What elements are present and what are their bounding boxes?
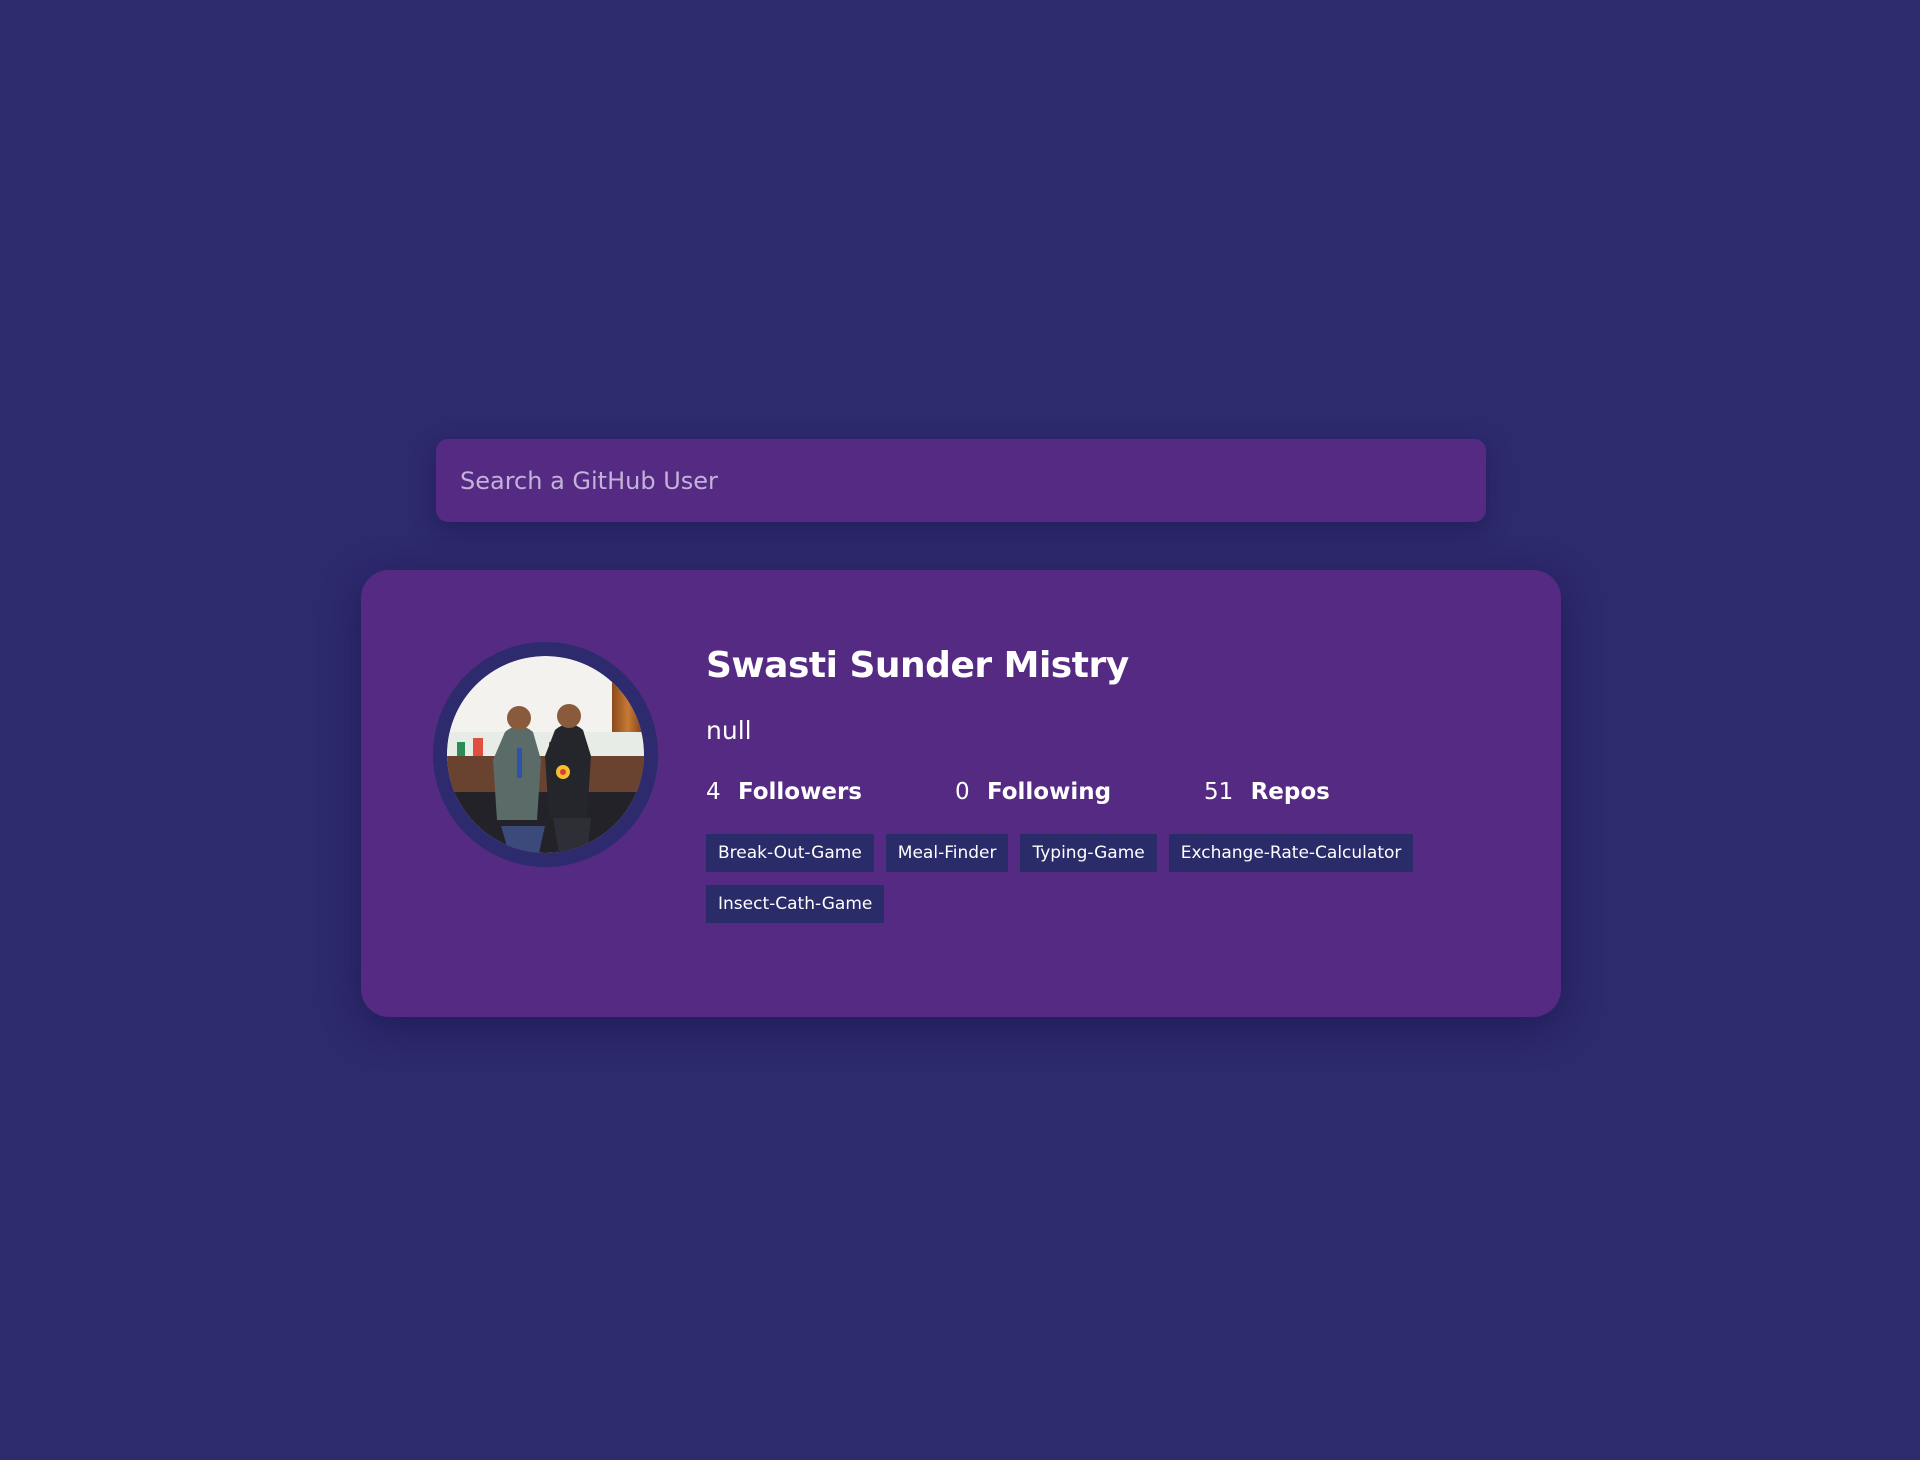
followers-count: 4 <box>706 779 721 805</box>
following-label: Following <box>986 779 1112 805</box>
repo-link[interactable]: Insect-Cath-Game <box>706 885 885 923</box>
repo-link[interactable]: Meal-Finder <box>885 834 1009 872</box>
user-info: Swasti Sunder Mistry null 4 Followers 0 … <box>706 642 1496 923</box>
user-card: Swasti Sunder Mistry null 4 Followers 0 … <box>361 570 1561 1017</box>
search-input[interactable] <box>436 439 1486 522</box>
following-stat: 0 Following <box>955 779 1204 805</box>
avatar <box>447 656 644 853</box>
repo-link[interactable]: Break-Out-Game <box>706 834 874 872</box>
user-bio: null <box>706 716 752 745</box>
followers-label: Followers <box>737 779 862 805</box>
user-stats: 4 Followers 0 Following 51 Repos <box>706 772 1496 812</box>
repos-stat: 51 Repos <box>1204 779 1453 805</box>
app: Swasti Sunder Mistry null 4 Followers 0 … <box>0 0 1920 1460</box>
repo-link[interactable]: Typing-Game <box>1020 834 1157 872</box>
search-form <box>436 439 1486 522</box>
repo-list: Break-Out-Game Meal-Finder Typing-Game E… <box>706 834 1496 923</box>
followers-stat: 4 Followers <box>706 779 955 805</box>
repos-label: Repos <box>1250 779 1330 805</box>
repo-link[interactable]: Exchange-Rate-Calculator <box>1168 834 1414 872</box>
repos-count: 51 <box>1204 779 1234 805</box>
following-count: 0 <box>955 779 970 805</box>
avatar-frame <box>433 642 658 867</box>
user-name: Swasti Sunder Mistry <box>706 645 1129 686</box>
